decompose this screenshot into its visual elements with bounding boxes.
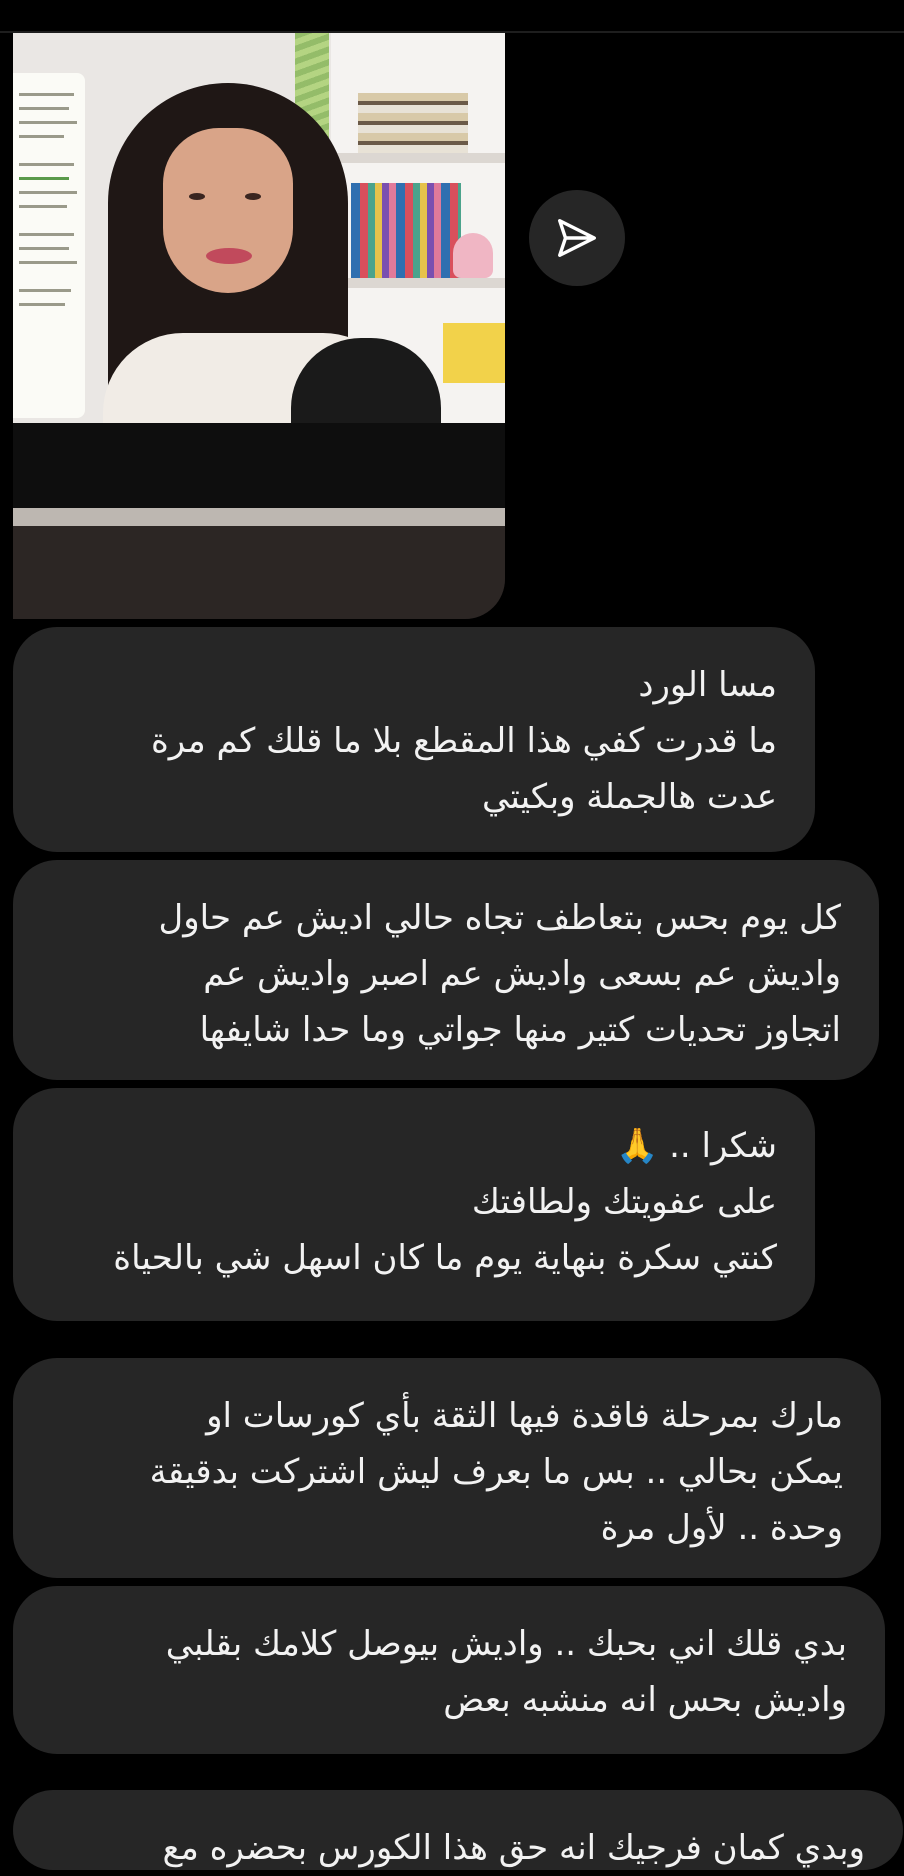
video-thumbnail[interactable] bbox=[13, 33, 505, 619]
message-bubble[interactable]: مارك بمرحلة فاقدة فيها الثقة بأي كورسات … bbox=[13, 1358, 881, 1578]
message-text: وبدي كمان فرجيك انه حق هذا الكورس بحضره … bbox=[162, 1828, 866, 1868]
message-text: وحدة .. لأول مرة bbox=[600, 1508, 843, 1548]
person-eye bbox=[245, 193, 261, 200]
message-bubble[interactable]: كل يوم بحس بتعاطف تجاه حالي اديش عم حاول… bbox=[13, 860, 879, 1080]
message-text: كل يوم بحس بتعاطف تجاه حالي اديش عم حاول bbox=[158, 898, 841, 938]
yellow-box bbox=[443, 323, 505, 383]
desk-edge bbox=[13, 508, 505, 526]
shelf-board bbox=[331, 153, 505, 163]
message-text: على عفويتك ولطافتك bbox=[471, 1182, 777, 1222]
document-sheet bbox=[13, 73, 85, 418]
desk bbox=[13, 526, 505, 619]
message-text: كنتي سكرة بنهاية يوم ما كان اسهل شي بالح… bbox=[113, 1238, 777, 1278]
message-bubble[interactable]: بدي قلك اني بحبك .. واديش بيوصل كلامك بق… bbox=[13, 1586, 885, 1754]
message-text: واديش بحس انه منشبه بعض bbox=[443, 1680, 847, 1720]
message-text: مارك بمرحلة فاقدة فيها الثقة بأي كورسات … bbox=[206, 1396, 843, 1436]
message-text: ما قدرت كفي هذا المقطع بلا ما قلك كم مرة bbox=[150, 721, 777, 761]
message-text: بدي قلك اني بحبك .. واديش بيوصل كلامك بق… bbox=[165, 1624, 847, 1664]
message-text: واديش عم بسعى واديش عم اصبر واديش عم bbox=[203, 954, 841, 994]
book-stack bbox=[358, 93, 468, 153]
message-text: مسا الورد bbox=[638, 665, 777, 705]
pink-vase bbox=[453, 233, 493, 278]
shelf-board bbox=[331, 278, 505, 288]
message-bubble[interactable]: وبدي كمان فرجيك انه حق هذا الكورس بحضره … bbox=[13, 1790, 903, 1870]
message-bubble[interactable]: مسا الورد ما قدرت كفي هذا المقطع بلا ما … bbox=[13, 627, 815, 852]
person-face bbox=[163, 128, 293, 293]
message-text: اتجاوز تحديات كتير منها جواتي وما حدا شا… bbox=[199, 1010, 841, 1050]
message-text: شكرا .. 🙏 bbox=[615, 1126, 777, 1166]
message-text: عدت هالجملة وبكيتي bbox=[481, 777, 777, 817]
share-button[interactable] bbox=[529, 190, 625, 286]
message-bubble[interactable]: شكرا .. 🙏 على عفويتك ولطافتك كنتي سكرة ب… bbox=[13, 1088, 815, 1321]
person-lips bbox=[206, 248, 252, 264]
send-icon bbox=[558, 219, 596, 257]
person-eye bbox=[189, 193, 205, 200]
book-row bbox=[351, 183, 461, 278]
message-text: يمكن بحالي .. بس ما بعرف ليش اشتركت بدقي… bbox=[149, 1452, 843, 1492]
